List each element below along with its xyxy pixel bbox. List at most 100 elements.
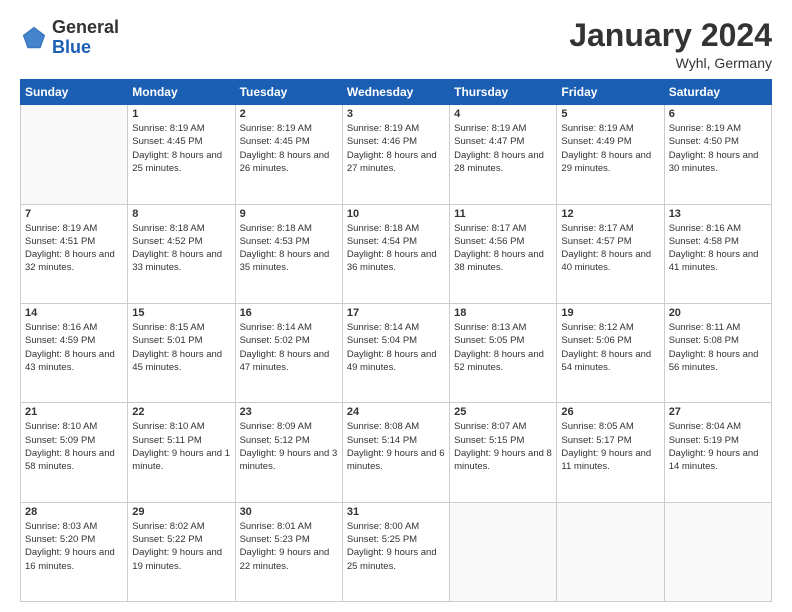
day-number: 17 [347,307,445,319]
day-info: Sunrise: 8:17 AM Sunset: 4:56 PM Dayligh… [454,222,552,275]
day-number: 2 [240,108,338,120]
day-number: 29 [132,506,230,518]
table-row: 9Sunrise: 8:18 AM Sunset: 4:53 PM Daylig… [235,204,342,303]
day-info: Sunrise: 8:16 AM Sunset: 4:58 PM Dayligh… [669,222,767,275]
table-row: 20Sunrise: 8:11 AM Sunset: 5:08 PM Dayli… [664,303,771,402]
logo-icon [20,24,48,52]
table-row: 13 Sunrise: 8:16 AM Sunset: 4:58 PM Dayli… [664,204,771,303]
day-number: 1 [132,108,230,120]
calendar-table: Sunday Monday Tuesday Wednesday Thursday… [20,79,772,602]
table-row: 21 Sunrise: 8:10 AM Sunset: 5:09 PM Dayli… [21,403,128,502]
day-info: Sunrise: 8:14 AM Sunset: 5:04 PM Dayligh… [347,321,445,374]
day-info: Sunrise: 8:18 AM Sunset: 4:54 PM Dayligh… [347,222,445,275]
col-friday: Friday [557,80,664,105]
day-info: Sunrise: 8:04 AM Sunset: 5:19 PM Dayligh… [669,420,767,473]
day-info: Sunrise: 8:19 AM Sunset: 4:45 PM Dayligh… [240,122,338,175]
day-number: 12 [561,208,659,220]
day-number: 24 [347,406,445,418]
day-number: 7 [25,208,123,220]
day-number: 14 [25,307,123,319]
day-info: Sunrise: 8:12 AM Sunset: 5:06 PM Dayligh… [561,321,659,374]
table-row: 2 Sunrise: 8:19 AM Sunset: 4:45 PM Daylig… [235,105,342,204]
day-number: 31 [347,506,445,518]
table-row: 10Sunrise: 8:18 AM Sunset: 4:54 PM Dayli… [342,204,449,303]
day-info: Sunrise: 8:19 AM Sunset: 4:50 PM Dayligh… [669,122,767,175]
day-number: 16 [240,307,338,319]
table-row: 31 Sunrise: 8:00 AM Sunset: 5:25 PM Dayli… [342,502,449,601]
col-monday: Monday [128,80,235,105]
day-number: 18 [454,307,552,319]
table-row [450,502,557,601]
day-number: 30 [240,506,338,518]
col-tuesday: Tuesday [235,80,342,105]
table-row [664,502,771,601]
day-number: 5 [561,108,659,120]
header: General Blue January 2024 Wyhl, Germany [20,18,772,71]
table-row: 26Sunrise: 8:05 AM Sunset: 5:17 PM Dayli… [557,403,664,502]
day-number: 25 [454,406,552,418]
col-wednesday: Wednesday [342,80,449,105]
day-number: 27 [669,406,767,418]
col-saturday: Saturday [664,80,771,105]
table-row: 16 Sunrise: 8:14 AM Sunset: 5:02 PM Dayli… [235,303,342,402]
table-row: 11 Sunrise: 8:17 AM Sunset: 4:56 PM Dayli… [450,204,557,303]
table-row: 6 Sunrise: 8:19 AM Sunset: 4:50 PM Daylig… [664,105,771,204]
day-number: 8 [132,208,230,220]
calendar-week-row: 14 Sunrise: 8:16 AM Sunset: 4:59 PM Dayli… [21,303,772,402]
table-row: 22Sunrise: 8:10 AM Sunset: 5:11 PM Dayli… [128,403,235,502]
day-info: Sunrise: 8:19 AM Sunset: 4:51 PM Dayligh… [25,222,123,275]
day-info: Sunrise: 8:10 AM Sunset: 5:09 PM Dayligh… [25,420,123,473]
table-row: 24Sunrise: 8:08 AM Sunset: 5:14 PM Dayli… [342,403,449,502]
table-row: 19 Sunrise: 8:12 AM Sunset: 5:06 PM Dayli… [557,303,664,402]
table-row: 25 Sunrise: 8:07 AM Sunset: 5:15 PM Dayli… [450,403,557,502]
day-info: Sunrise: 8:07 AM Sunset: 5:15 PM Dayligh… [454,420,552,473]
calendar-week-row: 7 Sunrise: 8:19 AM Sunset: 4:51 PM Daylig… [21,204,772,303]
day-info: Sunrise: 8:10 AM Sunset: 5:11 PM Dayligh… [132,420,230,473]
calendar-header-row: Sunday Monday Tuesday Wednesday Thursday… [21,80,772,105]
day-number: 11 [454,208,552,220]
day-info: Sunrise: 8:19 AM Sunset: 4:45 PM Dayligh… [132,122,230,175]
title-block: January 2024 Wyhl, Germany [569,18,772,71]
table-row: 23 Sunrise: 8:09 AM Sunset: 5:12 PM Dayli… [235,403,342,502]
table-row: 18Sunrise: 8:13 AM Sunset: 5:05 PM Dayli… [450,303,557,402]
day-info: Sunrise: 8:02 AM Sunset: 5:22 PM Dayligh… [132,520,230,573]
subtitle: Wyhl, Germany [569,55,772,71]
table-row: 8 Sunrise: 8:18 AM Sunset: 4:52 PM Daylig… [128,204,235,303]
calendar-week-row: 1 Sunrise: 8:19 AM Sunset: 4:45 PM Daylig… [21,105,772,204]
table-row: 29 Sunrise: 8:02 AM Sunset: 5:22 PM Dayli… [128,502,235,601]
day-info: Sunrise: 8:05 AM Sunset: 5:17 PM Dayligh… [561,420,659,473]
day-number: 21 [25,406,123,418]
day-info: Sunrise: 8:16 AM Sunset: 4:59 PM Dayligh… [25,321,123,374]
table-row: 1 Sunrise: 8:19 AM Sunset: 4:45 PM Daylig… [128,105,235,204]
day-info: Sunrise: 8:15 AM Sunset: 5:01 PM Dayligh… [132,321,230,374]
day-info: Sunrise: 8:18 AM Sunset: 4:52 PM Dayligh… [132,222,230,275]
day-info: Sunrise: 8:17 AM Sunset: 4:57 PM Dayligh… [561,222,659,275]
day-number: 23 [240,406,338,418]
table-row: 12 Sunrise: 8:17 AM Sunset: 4:57 PM Dayli… [557,204,664,303]
table-row: 17 Sunrise: 8:14 AM Sunset: 5:04 PM Dayli… [342,303,449,402]
logo-blue: Blue [52,37,91,57]
day-info: Sunrise: 8:09 AM Sunset: 5:12 PM Dayligh… [240,420,338,473]
day-number: 15 [132,307,230,319]
day-number: 9 [240,208,338,220]
day-info: Sunrise: 8:01 AM Sunset: 5:23 PM Dayligh… [240,520,338,573]
day-number: 20 [669,307,767,319]
day-number: 4 [454,108,552,120]
logo-general: General [52,17,119,37]
table-row [557,502,664,601]
day-number: 6 [669,108,767,120]
col-sunday: Sunday [21,80,128,105]
table-row: 3Sunrise: 8:19 AM Sunset: 4:46 PM Daylig… [342,105,449,204]
day-number: 19 [561,307,659,319]
logo-text: General Blue [52,18,119,58]
day-number: 13 [669,208,767,220]
table-row: 28Sunrise: 8:03 AM Sunset: 5:20 PM Dayli… [21,502,128,601]
day-info: Sunrise: 8:00 AM Sunset: 5:25 PM Dayligh… [347,520,445,573]
col-thursday: Thursday [450,80,557,105]
day-info: Sunrise: 8:19 AM Sunset: 4:46 PM Dayligh… [347,122,445,175]
calendar-week-row: 21 Sunrise: 8:10 AM Sunset: 5:09 PM Dayli… [21,403,772,502]
table-row: 15 Sunrise: 8:15 AM Sunset: 5:01 PM Dayli… [128,303,235,402]
page: General Blue January 2024 Wyhl, Germany … [0,0,792,612]
table-row: 30 Sunrise: 8:01 AM Sunset: 5:23 PM Dayli… [235,502,342,601]
day-info: Sunrise: 8:14 AM Sunset: 5:02 PM Dayligh… [240,321,338,374]
